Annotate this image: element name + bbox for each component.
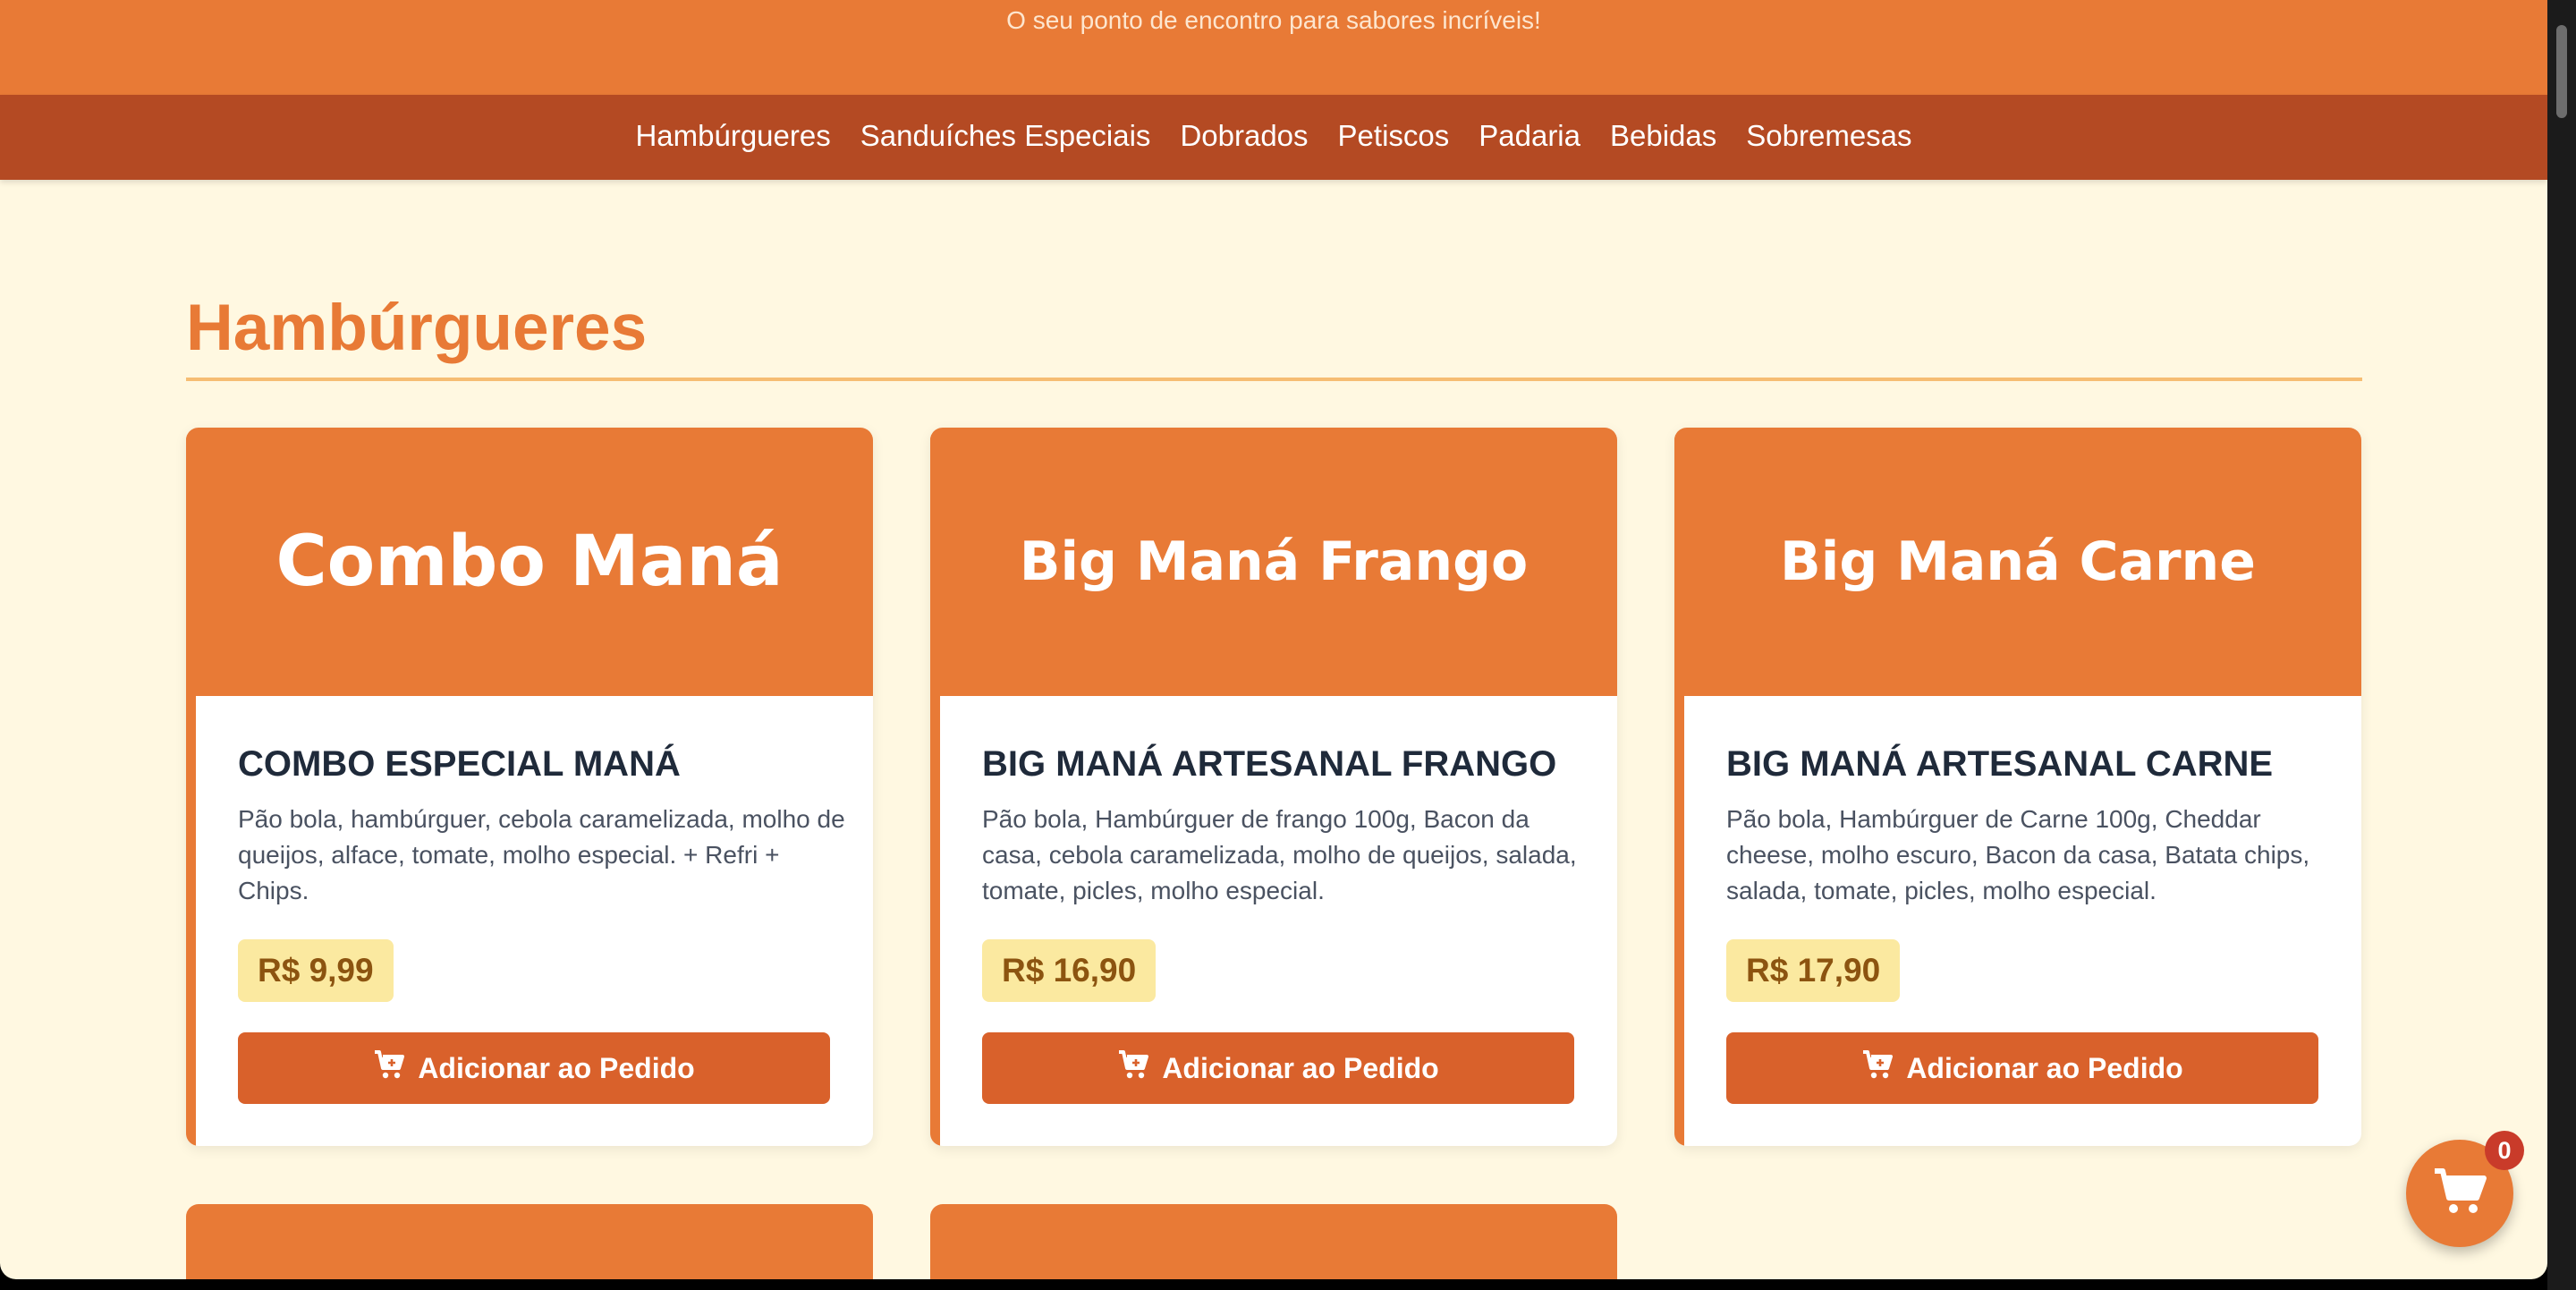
product-name: COMBO ESPECIAL MANÁ [238,744,681,784]
product-name: BIG MANÁ ARTESANAL FRANGO [982,744,1557,784]
product-description: Pão bola, Hambúrguer de Carne 100g, Ched… [1726,805,2310,904]
cart-plus-icon [1861,1049,1894,1087]
product-header-text: Big Maná Carne [1780,530,2256,593]
category-nav: Hambúrgueres Sanduíches Especiais Dobrad… [0,95,2547,180]
product-name: BIG MANÁ ARTESANAL CARNE [1726,744,2274,784]
nav-item-hamburgueres[interactable]: Hambúrgueres [635,118,830,154]
cart-count-badge: 0 [2485,1131,2524,1170]
scrollbar-thumb[interactable] [2556,25,2567,118]
section-title: Hambúrgueres [186,292,648,364]
add-to-order-label: Adicionar ao Pedido [1162,1051,1439,1084]
nav-item-petiscos[interactable]: Petiscos [1338,118,1450,154]
product-description: Pão bola, hambúrguer, cebola caramelizad… [238,805,845,904]
product-image-placeholder: Combo Maná [186,428,873,696]
add-to-order-button[interactable]: Adicionar ao Pedido [982,1032,1574,1104]
product-image-placeholder: Big Maná Carne [1674,428,2361,696]
add-to-order-label: Adicionar ao Pedido [418,1051,695,1084]
nav-item-bebidas[interactable]: Bebidas [1610,118,1716,154]
nav-item-padaria[interactable]: Padaria [1479,118,1580,154]
section-divider [186,378,2362,381]
nav-item-sanduiches-especiais[interactable]: Sanduíches Especiais [860,118,1151,154]
product-description: Pão bola, Hambúrguer de frango 100g, Bac… [982,805,1577,904]
add-to-order-button[interactable]: Adicionar ao Pedido [1726,1032,2318,1104]
site-header: O seu ponto de encontro para sabores inc… [0,0,2547,95]
price-badge: R$ 16,90 [982,939,1157,1002]
add-to-order-label: Adicionar ao Pedido [1906,1051,2183,1084]
add-to-order-button[interactable]: Adicionar ao Pedido [238,1032,830,1104]
product-card: Big Maná Frango BIG MANÁ ARTESANAL FRANG… [930,428,1617,1146]
price-badge: R$ 17,90 [1726,939,1901,1002]
site-tagline: O seu ponto de encontro para sabores inc… [1006,6,1541,34]
nav-item-dobrados[interactable]: Dobrados [1180,118,1308,154]
product-card: Combo Maná COMBO ESPECIAL MANÁ Pão bola,… [186,428,873,1146]
product-header-text: Combo Maná [275,522,784,602]
cart-plus-icon [373,1049,405,1087]
browser-viewport: O seu ponto de encontro para sabores inc… [0,0,2547,1279]
vertical-scrollbar[interactable] [2547,0,2576,1290]
nav-item-sobremesas[interactable]: Sobremesas [1746,118,1911,154]
product-header-text: Big Maná Frango [1019,530,1529,593]
product-card: Big Maná Carne BIG MANÁ ARTESANAL CARNE … [1674,428,2361,1146]
product-card-partial[interactable] [186,1204,873,1279]
product-image-placeholder: Big Maná Frango [930,428,1617,696]
cart-icon [2432,1167,2487,1221]
cart-plus-icon [1117,1049,1149,1087]
product-card-partial[interactable] [930,1204,1617,1279]
price-badge: R$ 9,99 [238,939,394,1002]
